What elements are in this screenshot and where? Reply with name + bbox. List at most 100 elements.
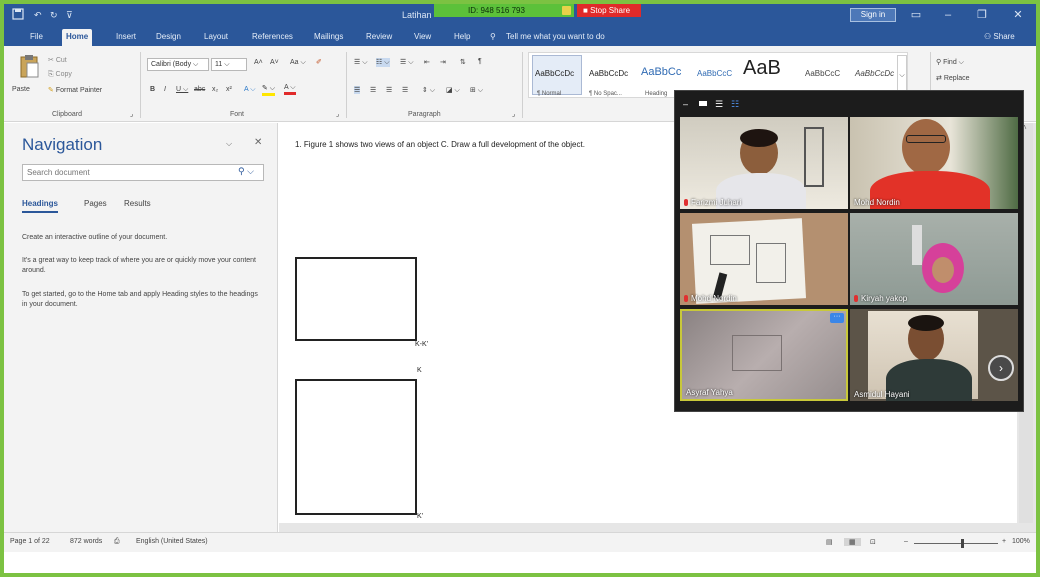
style-sample[interactable]: AaBbCcDc (855, 69, 894, 78)
meeting-id-indicator[interactable]: ID: 948 516 793 (434, 4, 574, 17)
save-icon[interactable] (12, 8, 24, 22)
read-mode-icon[interactable]: ▤ (826, 538, 833, 546)
tab-insert[interactable]: Insert (112, 29, 140, 46)
close-pane-icon[interactable]: ✕ (254, 137, 262, 148)
word-count[interactable]: 872 words (70, 538, 102, 545)
superscript-icon[interactable]: x² (226, 86, 232, 93)
share-button[interactable]: ⚇ Share (980, 29, 1019, 46)
speaker-view-icon[interactable] (699, 101, 707, 106)
italic-icon[interactable]: I (164, 86, 166, 93)
nav-tab-pages[interactable]: Pages (84, 199, 107, 208)
strikethrough-icon[interactable]: abc (194, 86, 205, 93)
zoom-slider[interactable] (914, 543, 998, 544)
ribbon-display-icon[interactable]: ▭ (904, 7, 928, 23)
font-color-icon[interactable]: A ⌵ (284, 84, 296, 95)
style-sample[interactable]: AaBbCc (641, 66, 681, 78)
highlight-icon[interactable]: ✎ ⌵ (262, 84, 276, 96)
nav-tab-headings[interactable]: Headings (22, 199, 59, 213)
video-tile-farizmi[interactable]: Farizmi Juhari (680, 117, 848, 209)
font-size-combo[interactable]: 11 ⌵ (211, 58, 247, 71)
language-status[interactable]: English (United States) (136, 538, 208, 545)
pane-options-icon[interactable]: ⌵ (226, 139, 232, 149)
font-launcher-icon[interactable]: ⌟ (336, 110, 339, 118)
paste-button[interactable] (18, 54, 44, 88)
undo-icon[interactable]: ↶ (34, 8, 42, 22)
video-tile-asyraf[interactable]: ··· Asyraf Yahya (680, 309, 848, 401)
next-page-icon[interactable]: › (988, 355, 1014, 381)
strip-view-icon[interactable]: ☰ (715, 99, 723, 109)
cut-button[interactable]: ✂ Cut (48, 56, 67, 64)
zoom-out-icon[interactable]: – (904, 538, 908, 545)
align-right-icon[interactable]: ☰ (386, 86, 392, 94)
align-center-icon[interactable]: ☰ (370, 86, 376, 94)
clear-formatting-icon[interactable]: ✐ (316, 58, 322, 66)
grow-font-icon[interactable]: A˄ (254, 59, 263, 66)
style-sample[interactable]: AaBbCcC (697, 69, 732, 78)
video-tile-mohd-nordin-2[interactable]: Mohd Nordin (680, 213, 848, 305)
numbering-icon[interactable]: ☷ ⌵ (376, 58, 390, 67)
tab-references[interactable]: References (248, 29, 297, 46)
shrink-font-icon[interactable]: A˅ (270, 59, 279, 66)
stop-share-button[interactable]: ■ Stop Share (577, 4, 641, 17)
format-painter-button[interactable]: ✎ Format Painter (48, 86, 102, 94)
underline-icon[interactable]: U ⌵ (176, 86, 188, 94)
font-name-combo[interactable]: Calibri (Body ⌵ (147, 58, 209, 71)
search-document-input[interactable] (22, 164, 264, 181)
video-tile-kiryah[interactable]: Kiryah yakop (850, 213, 1018, 305)
gallery-view-icon[interactable]: ☷ (731, 99, 739, 109)
tab-mailings[interactable]: Mailings (310, 29, 347, 46)
minimize-icon[interactable]: – (936, 7, 960, 23)
shading-icon[interactable]: ◪ ⌵ (446, 86, 460, 95)
style-sample[interactable]: AaBbCcDc (589, 69, 628, 78)
multilevel-list-icon[interactable]: ☰ ⌵ (400, 58, 414, 67)
sort-icon[interactable]: ⇅ (460, 58, 466, 66)
style-sample[interactable]: AaB (743, 57, 781, 80)
video-tile-mohd-nordin-1[interactable]: Mohd Nordin (850, 117, 1018, 209)
find-button[interactable]: ⚲ Find ⌵ (936, 58, 964, 67)
subscript-icon[interactable]: x₂ (212, 86, 218, 93)
page-count[interactable]: Page 1 of 22 (10, 538, 50, 545)
tab-home[interactable]: Home (62, 29, 93, 46)
video-tile-asmidul[interactable]: › Asmidul Hayani (850, 309, 1018, 401)
increase-indent-icon[interactable]: ⇥ (440, 58, 446, 66)
tab-layout[interactable]: Layout (200, 29, 232, 46)
sign-in-button[interactable]: Sign in (850, 8, 896, 22)
line-spacing-icon[interactable]: ⇕ ⌵ (422, 86, 435, 95)
minimize-video-icon[interactable]: – (683, 99, 688, 109)
share-label: Share (993, 32, 1015, 41)
style-sample[interactable]: AaBbCcC (805, 69, 840, 78)
tab-file[interactable]: File (26, 29, 47, 46)
align-left-icon[interactable]: ☰ (354, 86, 361, 94)
bold-icon[interactable]: B (150, 86, 155, 93)
print-layout-icon[interactable]: ▦ (844, 538, 861, 546)
clipboard-launcher-icon[interactable]: ⌟ (130, 110, 133, 118)
customize-qat-icon[interactable]: ⊽ (66, 8, 73, 22)
copy-button[interactable]: ⎘ Copy (48, 71, 72, 79)
borders-icon[interactable]: ⊞ ⌵ (470, 86, 483, 95)
show-marks-icon[interactable]: ¶ (478, 58, 482, 65)
close-icon[interactable]: ✕ (1006, 7, 1030, 23)
styles-more-icon[interactable]: ⌵ (897, 55, 907, 95)
tab-design[interactable]: Design (152, 29, 185, 46)
more-options-icon[interactable]: ··· (830, 313, 844, 323)
tell-me-box[interactable]: Tell me what you want to do (502, 29, 609, 46)
redo-icon[interactable]: ↻ (50, 8, 58, 22)
tab-help[interactable]: Help (450, 29, 474, 46)
tab-view[interactable]: View (410, 29, 435, 46)
bullets-icon[interactable]: ☰ ⌵ (354, 58, 368, 67)
nav-tab-results[interactable]: Results (124, 199, 151, 208)
tab-review[interactable]: Review (362, 29, 396, 46)
text-effects-icon[interactable]: A ⌵ (244, 86, 256, 94)
search-icon[interactable]: ⚲ ⌵ (238, 166, 254, 177)
zoom-slider-handle[interactable] (961, 539, 964, 548)
proofing-icon[interactable]: ⎙ (114, 538, 120, 546)
justify-icon[interactable]: ☰ (402, 86, 408, 94)
restore-icon[interactable]: ❐ (970, 7, 994, 23)
decrease-indent-icon[interactable]: ⇤ (424, 58, 430, 66)
zoom-in-icon[interactable]: + (1002, 538, 1006, 545)
replace-button[interactable]: ⇄ Replace (936, 74, 970, 82)
zoom-level[interactable]: 100% (1012, 538, 1030, 545)
change-case-icon[interactable]: Aa ⌵ (290, 59, 306, 67)
web-layout-icon[interactable]: ⊡ (870, 538, 876, 546)
paragraph-launcher-icon[interactable]: ⌟ (512, 110, 515, 118)
